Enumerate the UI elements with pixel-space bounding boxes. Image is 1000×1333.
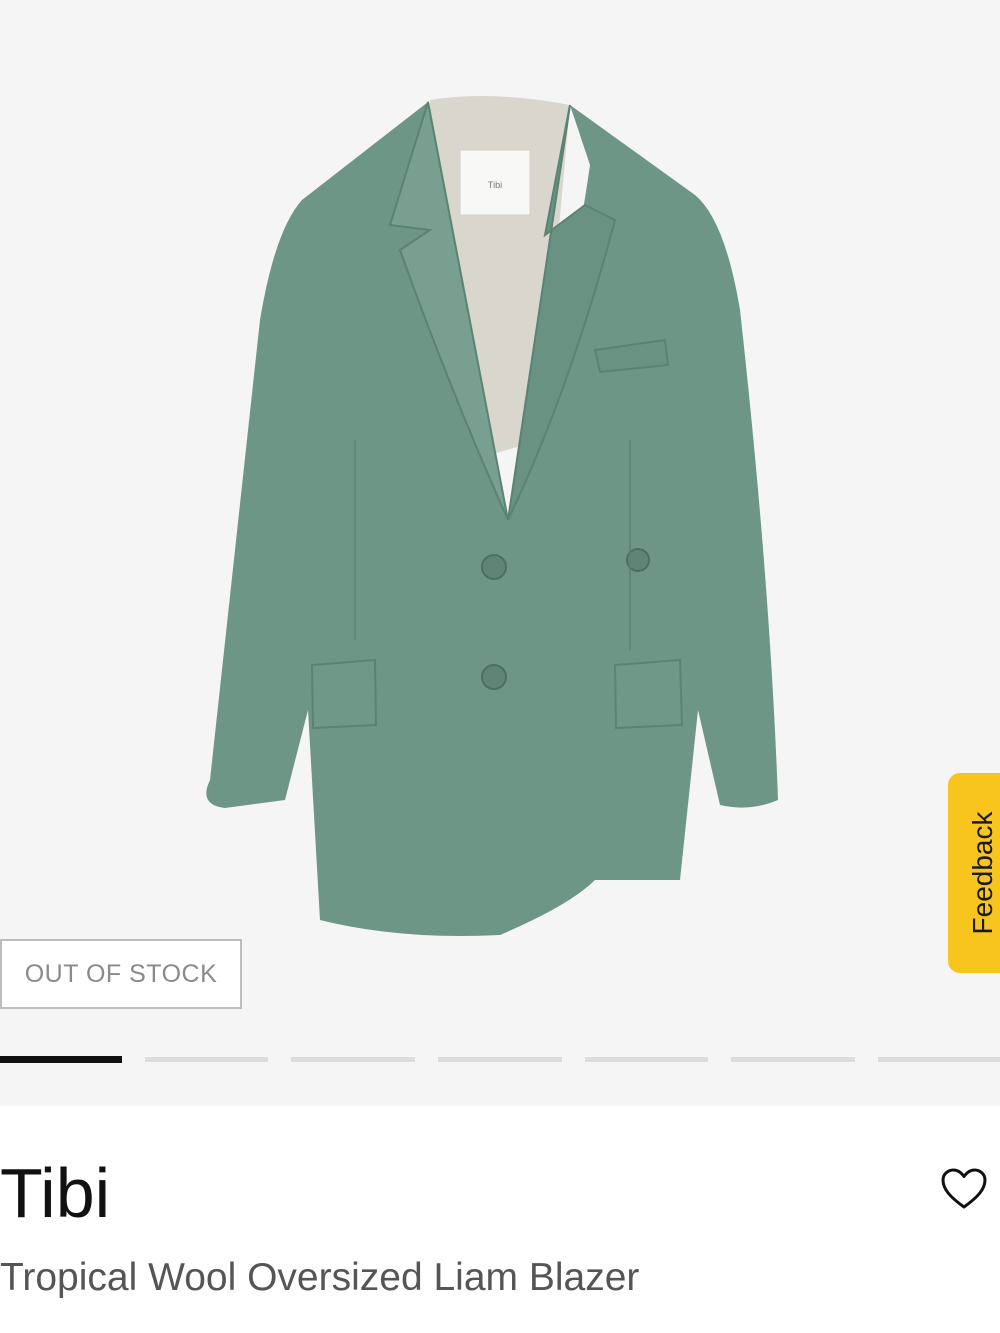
feedback-label: Feedback xyxy=(967,811,998,935)
gallery-dot-3[interactable] xyxy=(291,1057,415,1062)
gallery-pagination xyxy=(0,1056,1000,1064)
gallery-dot-5[interactable] xyxy=(585,1057,708,1062)
product-name: Tropical Wool Oversized Liam Blazer xyxy=(0,1256,640,1299)
brand-name[interactable]: Tibi xyxy=(0,1158,110,1228)
gallery-dot-6[interactable] xyxy=(731,1057,855,1062)
product-image-gallery[interactable]: Tibi OUT OF STOCK Feedback xyxy=(0,0,1000,1106)
tag-text: Tibi xyxy=(488,180,502,190)
gallery-dot-7[interactable] xyxy=(878,1057,1000,1062)
gallery-dot-4[interactable] xyxy=(438,1057,562,1062)
gallery-dot-1[interactable] xyxy=(0,1056,122,1063)
heart-icon[interactable] xyxy=(940,1167,988,1211)
jacket-button xyxy=(481,664,507,690)
gallery-dot-2[interactable] xyxy=(145,1057,268,1062)
jacket-button xyxy=(481,554,507,580)
feedback-button[interactable]: Feedback xyxy=(948,773,1000,973)
out-of-stock-badge: OUT OF STOCK xyxy=(0,939,242,1009)
product-image: Tibi xyxy=(206,96,779,936)
